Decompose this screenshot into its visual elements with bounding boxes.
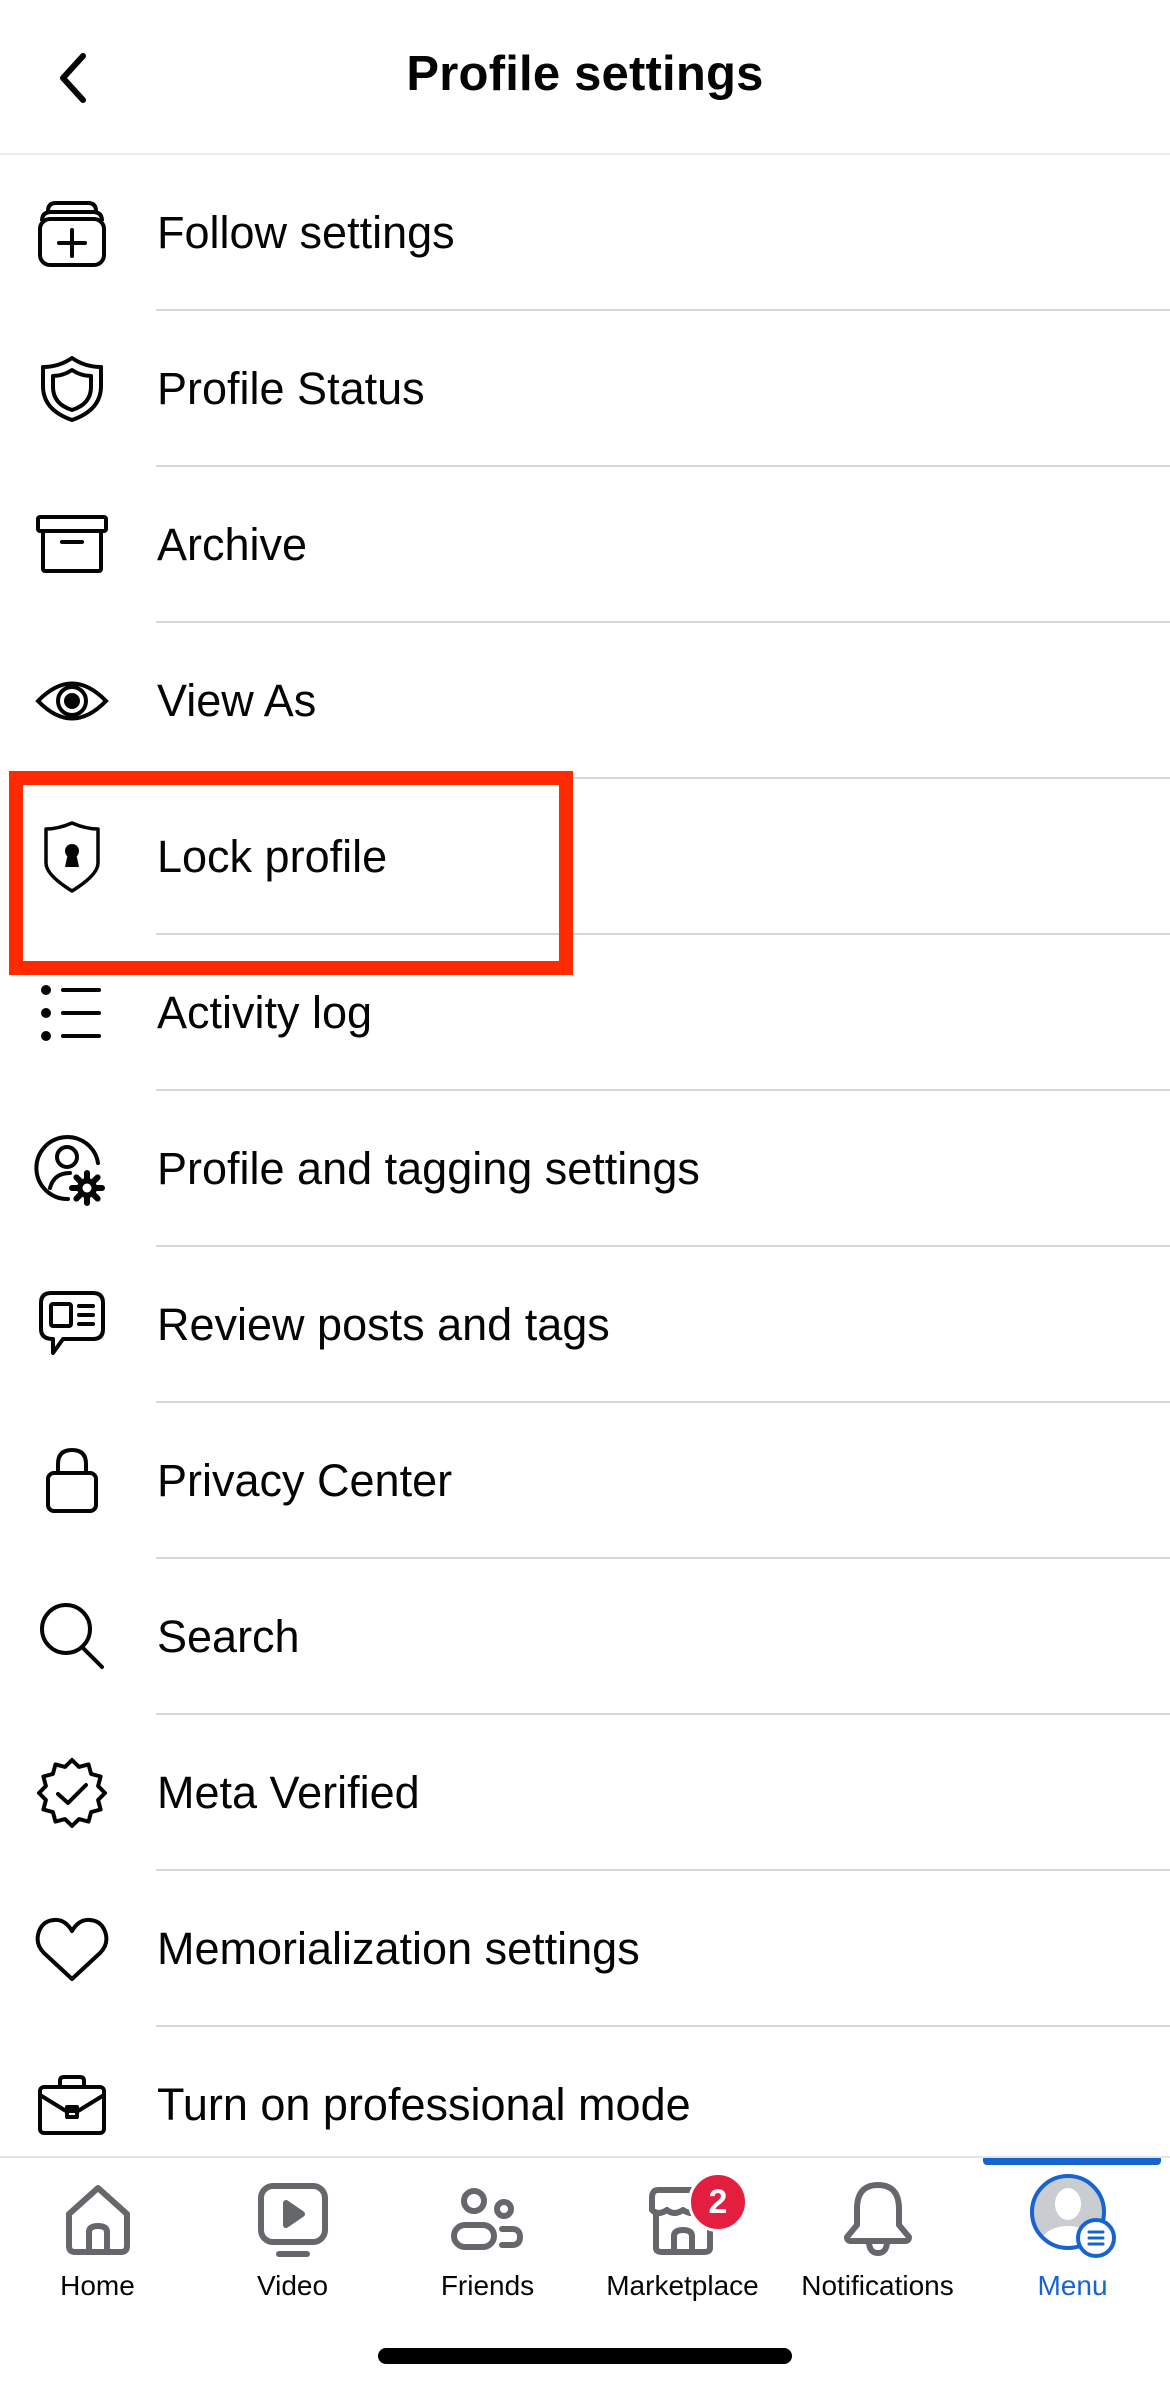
menu-item-label: Lock profile: [157, 831, 388, 882]
user-gear-icon: [32, 1133, 112, 1206]
tab-label: Home: [60, 2270, 135, 2301]
tab-notifications[interactable]: Notifications: [780, 2158, 975, 2328]
settings-list: Follow settings Profile Status Archive V…: [0, 155, 1170, 2183]
menu-item-meta-verified[interactable]: Meta Verified: [0, 1715, 1170, 1871]
briefcase-icon: [32, 2069, 112, 2141]
menu-item-label: Profile and tagging settings: [157, 1143, 700, 1194]
search-icon: [32, 1601, 112, 1673]
header: Profile settings: [0, 0, 1170, 155]
speech-bubble-news-icon: [32, 1289, 112, 1361]
menu-item-label: Profile Status: [157, 363, 425, 414]
video-icon: [253, 2180, 333, 2260]
tab-menu[interactable]: Menu: [975, 2158, 1170, 2328]
page-title: Profile settings: [406, 47, 764, 101]
tab-label: Menu: [1037, 2270, 1108, 2301]
menu-item-label: Follow settings: [157, 207, 455, 258]
home-icon: [58, 2180, 138, 2260]
menu-item-label: Activity log: [157, 987, 373, 1038]
follow-settings-icon: [32, 197, 112, 269]
menu-item-search[interactable]: Search: [0, 1559, 1170, 1715]
tab-label: Marketplace: [606, 2270, 759, 2301]
bell-icon: [838, 2180, 918, 2260]
menu-item-profile-tagging-settings[interactable]: Profile and tagging settings: [0, 1091, 1170, 1247]
menu-item-label: View As: [157, 675, 317, 726]
menu-item-label: Meta Verified: [157, 1767, 420, 1818]
shield-lock-icon: [32, 821, 112, 893]
tab-label: Notifications: [801, 2270, 954, 2301]
avatar-menu-icon: [1028, 2172, 1118, 2262]
tab-marketplace[interactable]: 2 Marketplace: [585, 2158, 780, 2328]
heart-icon: [32, 1913, 112, 1985]
friends-icon: [448, 2180, 528, 2260]
menu-item-label: Memorialization settings: [157, 1923, 640, 1974]
menu-item-view-as[interactable]: View As: [0, 623, 1170, 779]
tab-friends[interactable]: Friends: [390, 2158, 585, 2328]
home-indicator: [378, 2348, 792, 2364]
list-icon: [32, 977, 112, 1049]
tab-label: Video: [256, 2270, 329, 2301]
verified-badge-icon: [32, 1757, 112, 1829]
tab-video[interactable]: Video: [195, 2158, 390, 2328]
tab-home[interactable]: Home: [0, 2158, 195, 2328]
menu-item-archive[interactable]: Archive: [0, 467, 1170, 623]
menu-item-follow-settings[interactable]: Follow settings: [0, 155, 1170, 311]
tab-label: Friends: [440, 2270, 535, 2301]
menu-item-profile-status[interactable]: Profile Status: [0, 311, 1170, 467]
menu-item-review-posts-tags[interactable]: Review posts and tags: [0, 1247, 1170, 1403]
menu-item-lock-profile[interactable]: Lock profile: [0, 779, 1170, 935]
archive-box-icon: [32, 509, 112, 581]
menu-item-activity-log[interactable]: Activity log: [0, 935, 1170, 1091]
menu-item-label: Privacy Center: [157, 1455, 453, 1506]
menu-item-memorialization-settings[interactable]: Memorialization settings: [0, 1871, 1170, 2027]
menu-item-label: Archive: [157, 519, 308, 570]
eye-icon: [32, 665, 112, 737]
menu-item-label: Review posts and tags: [157, 1299, 610, 1350]
padlock-icon: [32, 1445, 112, 1517]
shield-icon: [32, 353, 112, 425]
menu-item-privacy-center[interactable]: Privacy Center: [0, 1403, 1170, 1559]
notification-badge: 2: [688, 2172, 748, 2232]
menu-item-label: Search: [157, 1611, 300, 1662]
